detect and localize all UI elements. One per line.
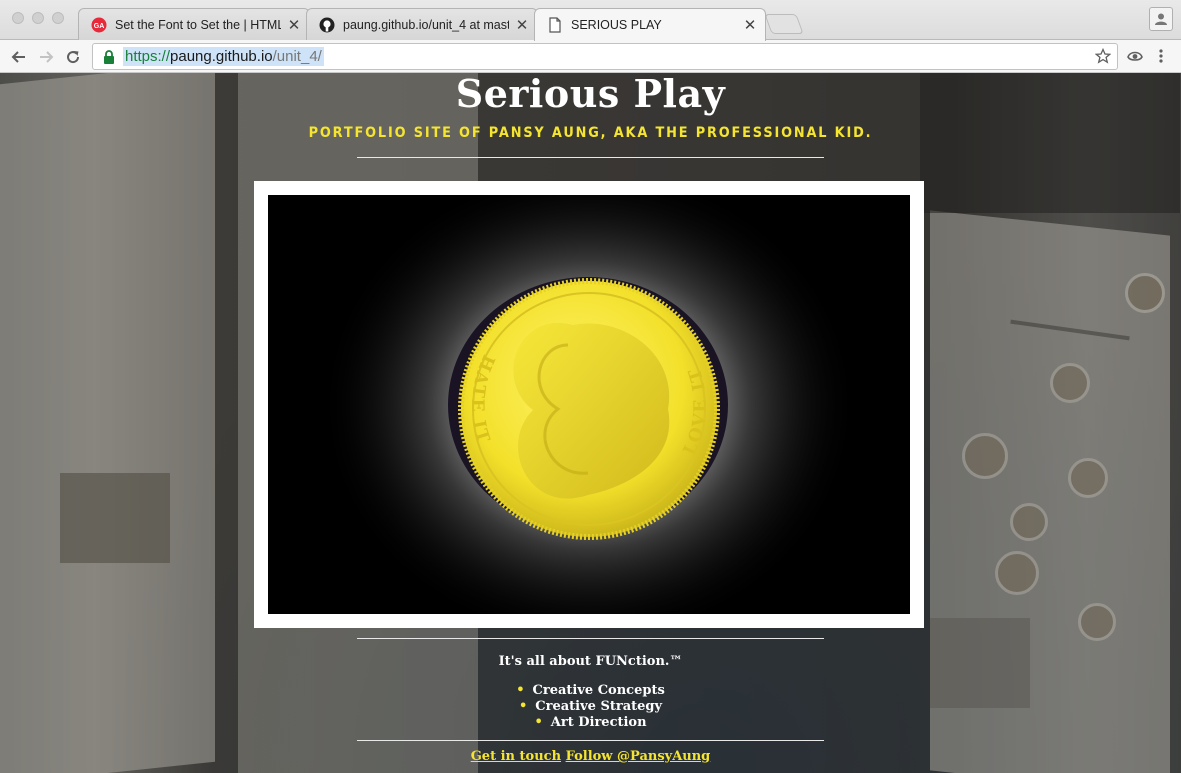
reload-icon[interactable] [62,46,84,68]
list-item: Creative Concepts [0,683,1181,699]
tab-serious-play[interactable]: SERIOUS PLAY ✕ [534,8,766,41]
divider [357,638,824,639]
hero-frame: HATE IT LOVE IT [254,181,924,628]
bookmark-star-icon[interactable] [1094,47,1112,68]
close-window-button[interactable] [12,12,24,24]
minimize-window-button[interactable] [32,12,44,24]
profile-icon[interactable] [1149,7,1173,31]
tab-strip: GA Set the Font to Set the | HTML ✕ paun… [0,0,1181,41]
tab-title: Set the Font to Set the | HTML [115,17,281,32]
svg-text:GA: GA [94,23,105,30]
forward-arrow-icon[interactable] [35,46,57,68]
page-icon [547,17,563,33]
browser-toolbar: https://paung.github.io/unit_4/ [0,40,1181,73]
coin-illustration: HATE IT LOVE IT [319,195,859,614]
tab-title: SERIOUS PLAY [571,18,662,32]
zoom-window-button[interactable] [52,12,64,24]
url-text: https://paung.github.io/unit_4/ [123,47,324,66]
address-bar[interactable]: https://paung.github.io/unit_4/ [92,43,1118,70]
divider [357,740,824,741]
intro-text: It's all about FUNction.™ [498,654,683,669]
footer-links: Get in touch Follow @PansyAung [0,749,1181,764]
skills-list: Creative Concepts Creative Strategy Art … [0,683,1181,731]
github-icon [319,17,335,33]
page-tagline: PORTFOLIO SITE OF PANSY AUNG, AKA THE PR… [308,125,873,141]
get-in-touch-link[interactable]: Get in touch [471,749,561,764]
list-item: Creative Strategy [0,699,1181,715]
lock-icon [101,49,117,65]
web-page: Serious Play PORTFOLIO SITE OF PANSY AUN… [0,73,1181,773]
new-tab-button[interactable] [764,14,804,34]
about-section: It's all about FUNction.™ Creative Conce… [0,654,1181,731]
page-title: Serious Play [455,73,726,116]
tab-github[interactable]: paung.github.io/unit_4 at mast ✕ [306,8,538,40]
hero-image: HATE IT LOVE IT [268,195,910,614]
divider [357,157,824,158]
follow-link[interactable]: Follow @PansyAung [566,749,711,764]
list-item: Art Direction [0,715,1181,731]
close-icon[interactable]: ✕ [515,16,529,34]
back-arrow-icon[interactable] [8,46,30,68]
close-icon[interactable]: ✕ [287,16,301,34]
close-icon[interactable]: ✕ [743,16,757,34]
ga-icon: GA [91,17,107,33]
extension-icon[interactable] [1126,48,1144,69]
tab-set-the-font[interactable]: GA Set the Font to Set the | HTML ✕ [78,8,310,40]
menu-dots-icon[interactable] [1158,48,1164,69]
tab-title: paung.github.io/unit_4 at mast [343,17,509,32]
